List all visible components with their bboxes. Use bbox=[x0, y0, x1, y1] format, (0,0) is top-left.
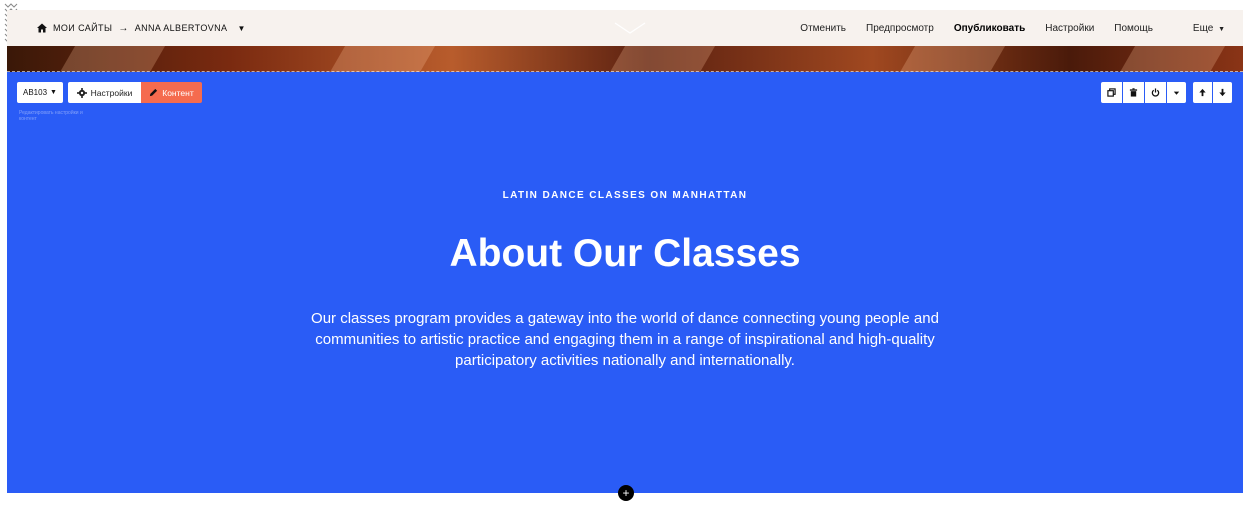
caret-down-icon: ▼ bbox=[1218, 25, 1225, 33]
editor-topbar: МОИ САЙТЫ → ANNA ALBERTOVNA ▼ Отменить П… bbox=[7, 10, 1243, 46]
breadcrumb: МОИ САЙТЫ → ANNA ALBERTOVNA ▼ bbox=[37, 23, 246, 34]
block-more-dropdown[interactable] bbox=[1167, 82, 1186, 103]
arrow-up-icon bbox=[1199, 88, 1206, 97]
site-dropdown-caret-icon[interactable]: ▼ bbox=[237, 24, 245, 33]
top-menu: Отменить Предпросмотр Опубликовать Настр… bbox=[780, 10, 1225, 46]
block-content-label: Контент bbox=[162, 87, 194, 98]
duplicate-block-button[interactable] bbox=[1101, 82, 1122, 103]
block-hint-text: Редактировать настройки и контент bbox=[19, 110, 83, 122]
more-menu[interactable]: Еще ▼ bbox=[1173, 23, 1225, 34]
image-highlight bbox=[1115, 46, 1229, 72]
breadcrumb-separator: → bbox=[118, 22, 129, 34]
section-eyebrow: LATIN DANCE CLASSES ON MANHATTAN bbox=[502, 190, 748, 201]
block-content-button[interactable]: Контент bbox=[141, 82, 202, 103]
hide-block-button[interactable] bbox=[1145, 82, 1166, 103]
pencil-icon bbox=[150, 88, 158, 97]
chevron-down-icon[interactable] bbox=[613, 21, 647, 35]
block-settings-button[interactable]: Настройки bbox=[68, 82, 141, 103]
image-highlight bbox=[895, 46, 1009, 72]
trash-icon bbox=[1129, 88, 1138, 97]
image-highlight bbox=[55, 46, 169, 72]
plus-icon: + bbox=[622, 486, 630, 500]
more-menu-label: Еще bbox=[1192, 22, 1214, 34]
about-block: AB103 ▼ Настройки Контент Редактировать … bbox=[7, 72, 1243, 493]
publish-button[interactable]: Опубликовать bbox=[954, 23, 1025, 34]
caret-down-icon bbox=[1173, 91, 1180, 95]
caret-down-icon: ▼ bbox=[50, 89, 57, 96]
breadcrumb-my-sites[interactable]: МОИ САЙТЫ bbox=[53, 23, 112, 33]
gear-icon bbox=[76, 87, 87, 98]
block-settings-label: Настройки bbox=[90, 87, 133, 98]
block-id-dropdown[interactable]: AB103 ▼ bbox=[17, 82, 63, 103]
move-block-up-button[interactable] bbox=[1193, 82, 1212, 103]
cancel-button[interactable]: Отменить bbox=[800, 23, 846, 34]
section-title: About Our Classes bbox=[449, 232, 801, 275]
preview-button[interactable]: Предпросмотр bbox=[866, 23, 934, 34]
settings-link[interactable]: Настройки bbox=[1045, 23, 1094, 34]
help-link[interactable]: Помощь bbox=[1114, 23, 1153, 34]
move-block-down-button[interactable] bbox=[1213, 82, 1232, 103]
duplicate-icon bbox=[1107, 88, 1116, 97]
home-icon[interactable] bbox=[37, 23, 47, 33]
arrow-down-icon bbox=[1219, 88, 1226, 97]
image-highlight bbox=[605, 46, 719, 72]
block-id-label: AB103 bbox=[23, 88, 48, 97]
section-description: Our classes program provides a gateway i… bbox=[311, 310, 939, 369]
cover-image-strip bbox=[7, 46, 1243, 72]
power-icon bbox=[1151, 88, 1160, 97]
image-highlight bbox=[325, 46, 439, 72]
add-block-button[interactable]: + bbox=[618, 485, 634, 501]
delete-block-button[interactable] bbox=[1123, 82, 1144, 103]
breadcrumb-site-name[interactable]: ANNA ALBERTOVNA bbox=[135, 23, 228, 33]
